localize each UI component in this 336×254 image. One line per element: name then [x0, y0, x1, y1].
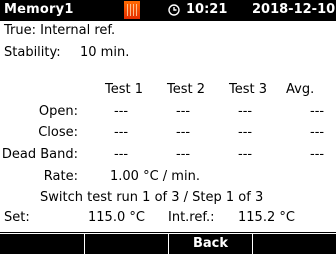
row-label-close: Close:: [38, 125, 78, 140]
column-header-test3: Test 3: [229, 82, 268, 97]
stability-label: Stability:: [4, 45, 61, 60]
back-button[interactable]: Back: [169, 234, 252, 254]
cell-open-test2: ---: [176, 104, 191, 119]
stability-value: 10 min.: [80, 45, 130, 60]
date-display: 2018-12-10: [252, 2, 336, 17]
switch-test-run-status: Switch test run 1 of 3 / Step 1 of 3: [40, 190, 264, 205]
internal-reference-value: 115.2 °C: [238, 210, 295, 225]
cell-deadband-test2: ---: [176, 147, 191, 162]
cell-open-test3: ---: [238, 104, 253, 119]
status-bar: Memory1 10:21 2018-12-10: [0, 0, 336, 21]
cell-open-avg: ---: [310, 104, 325, 119]
softkey-1[interactable]: [0, 234, 84, 254]
cell-close-test2: ---: [176, 125, 191, 140]
rate-value: 1.00 °C / min.: [110, 169, 200, 184]
column-header-test1: Test 1: [105, 82, 144, 97]
setpoint-label: Set:: [4, 210, 30, 225]
cell-deadband-avg: ---: [310, 147, 325, 162]
cell-close-avg: ---: [310, 125, 325, 140]
true-reference-line: True: Internal ref.: [4, 23, 116, 38]
setpoint-value: 115.0 °C: [88, 210, 145, 225]
footer-divider: [0, 232, 336, 233]
clock-time: 10:21: [186, 2, 228, 17]
internal-reference-label: Int.ref.:: [168, 210, 215, 225]
rate-label: Rate:: [43, 169, 78, 184]
cell-open-test1: ---: [114, 104, 129, 119]
softkey-bar: Back: [0, 234, 336, 254]
softkey-2[interactable]: [85, 234, 168, 254]
cell-close-test1: ---: [114, 125, 129, 140]
row-label-dead-band: Dead Band:: [1, 147, 78, 162]
heater-icon: [124, 1, 140, 19]
cell-close-test3: ---: [238, 125, 253, 140]
calibrator-screen: Memory1 10:21 2018-12-10 True: Internal …: [0, 0, 336, 254]
memory-title: Memory1: [4, 2, 74, 17]
cell-deadband-test1: ---: [114, 147, 129, 162]
softkey-4[interactable]: [253, 234, 336, 254]
clock-icon: [168, 4, 180, 16]
column-header-avg: Avg.: [286, 82, 315, 97]
cell-deadband-test3: ---: [238, 147, 253, 162]
column-header-test2: Test 2: [167, 82, 206, 97]
row-label-open: Open:: [38, 104, 78, 119]
